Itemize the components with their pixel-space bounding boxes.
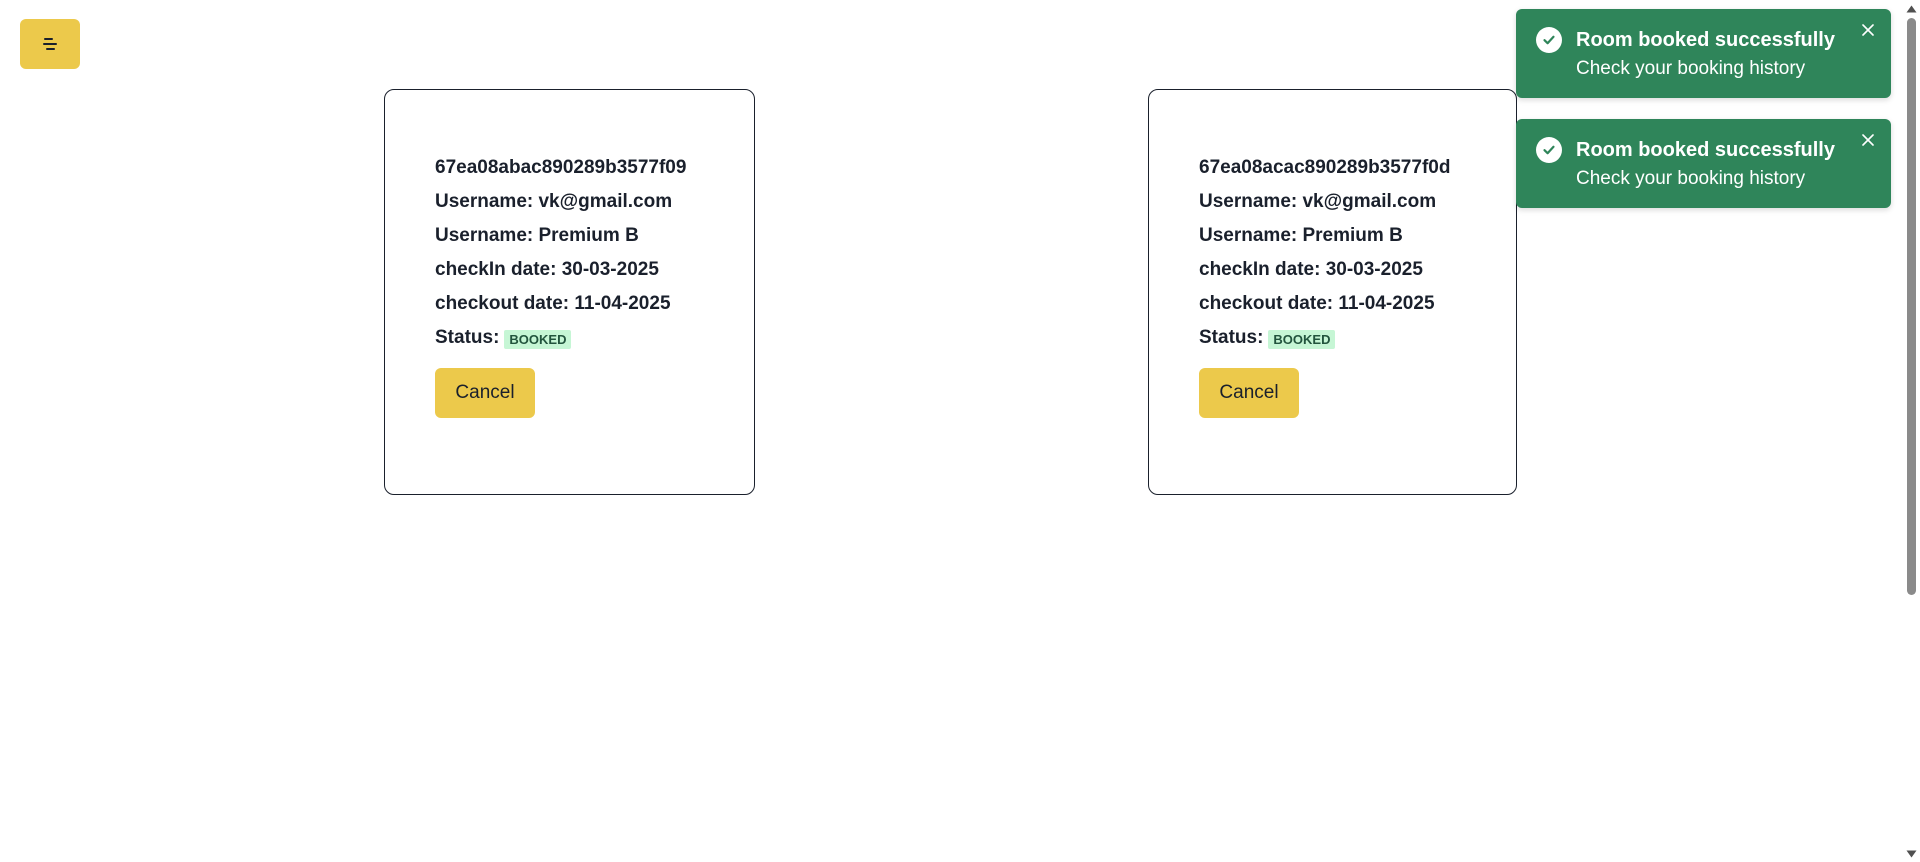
booking-id: 67ea08abac890289b3577f09 xyxy=(435,157,687,178)
vertical-scrollbar[interactable] xyxy=(1903,0,1920,862)
close-icon[interactable] xyxy=(1859,131,1877,149)
toast-title: Room booked successfully xyxy=(1576,139,1835,161)
scrollbar-thumb[interactable] xyxy=(1907,18,1916,595)
hamburger-menu-icon xyxy=(43,38,57,50)
toast-description: Check your booking history xyxy=(1576,58,1806,79)
toast-title: Room booked successfully xyxy=(1576,29,1835,51)
booking-room: Username: Premium B xyxy=(435,225,639,246)
scroll-down-arrow-icon[interactable] xyxy=(1906,849,1917,858)
status-label: Status: xyxy=(435,327,500,348)
success-toast: Room booked successfully Check your book… xyxy=(1516,9,1891,98)
booking-card: 67ea08abac890289b3577f09 Username: vk@gm… xyxy=(384,89,755,495)
cancel-button[interactable]: Cancel xyxy=(1199,368,1299,418)
check-circle-icon xyxy=(1536,137,1562,163)
booking-status-row: Status: BOOKED xyxy=(1199,321,1516,355)
booking-checkin: checkIn date: 30-03-2025 xyxy=(1199,259,1423,280)
check-circle-icon xyxy=(1536,27,1562,53)
booking-room: Username: Premium B xyxy=(1199,225,1403,246)
booking-card: 67ea08acac890289b3577f0d Username: vk@gm… xyxy=(1148,89,1517,495)
booking-username: Username: vk@gmail.com xyxy=(435,191,673,212)
status-badge: BOOKED xyxy=(1268,329,1336,349)
status-label: Status: xyxy=(1199,327,1264,348)
status-badge: BOOKED xyxy=(504,329,572,349)
close-icon[interactable] xyxy=(1859,21,1877,39)
toast-description: Check your booking history xyxy=(1576,168,1806,189)
success-toast: Room booked successfully Check your book… xyxy=(1516,119,1891,208)
booking-status-row: Status: BOOKED xyxy=(435,321,754,355)
booking-username: Username: vk@gmail.com xyxy=(1199,191,1437,212)
page: 67ea08abac890289b3577f09 Username: vk@gm… xyxy=(0,0,1920,862)
cancel-button[interactable]: Cancel xyxy=(435,368,535,418)
booking-id: 67ea08acac890289b3577f0d xyxy=(1199,157,1451,178)
menu-button[interactable] xyxy=(20,19,80,69)
booking-checkout: checkout date: 11-04-2025 xyxy=(435,293,671,314)
booking-checkout: checkout date: 11-04-2025 xyxy=(1199,293,1435,314)
scroll-up-arrow-icon[interactable] xyxy=(1906,4,1917,13)
booking-checkin: checkIn date: 30-03-2025 xyxy=(435,259,659,280)
